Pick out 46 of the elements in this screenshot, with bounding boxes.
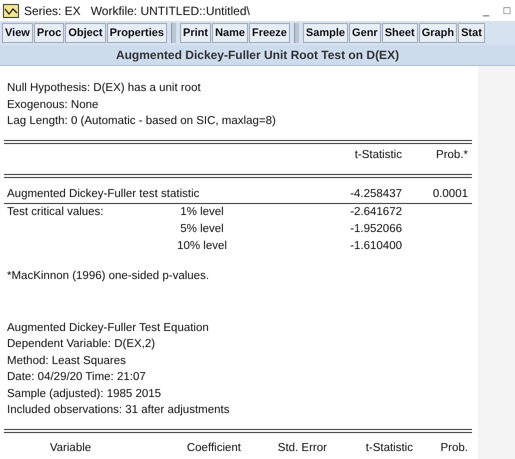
- info-line: Augmented Dickey-Fuller Test Equation: [7, 320, 210, 336]
- toolbar-separator: [294, 23, 299, 43]
- info-line: Included observations: 31 after adjustments: [7, 403, 230, 418]
- column-header: Prob.*: [435, 148, 468, 162]
- toolbar-button[interactable]: Genr: [349, 23, 381, 43]
- column-header: t-Statistic: [364, 440, 413, 456]
- line-chart-icon: [3, 4, 19, 18]
- toolbar-button[interactable]: Graph: [418, 23, 458, 43]
- toolbar-button[interactable]: Proc: [34, 23, 64, 43]
- column-header: t-Statistic: [354, 148, 402, 162]
- table-cell: -1.610400: [350, 240, 402, 252]
- column-header: Coefficient: [186, 440, 241, 456]
- table-cell: 10% level: [177, 240, 227, 252]
- toolbar-button[interactable]: View: [2, 23, 33, 43]
- table-cell: -2.641672: [350, 206, 402, 218]
- view-header: Augmented Dickey-Fuller Unit Root Test on D(EX): [0, 45, 515, 66]
- info-line: Lag Length: 0 (Automatic - based on SIC, maxlag=8): [7, 114, 277, 129]
- table-cell: 5% level: [180, 222, 224, 234]
- info-line: Dependent Variable: D(EX,2): [7, 337, 156, 352]
- toolbar-button[interactable]: Sample: [302, 23, 348, 43]
- toolbar-button[interactable]: Freeze: [249, 23, 290, 43]
- toolbar-button[interactable]: Sheet: [382, 23, 418, 43]
- table-cell: 0.0001: [432, 188, 468, 200]
- table-cell: -1.952066: [350, 222, 402, 234]
- info-line: Sample (adjusted): 1985 2015: [7, 386, 162, 402]
- table-cell: 1% level: [180, 206, 224, 218]
- toolbar-button[interactable]: Properties: [106, 23, 167, 43]
- window-title: Series: EX Workfile: UNTITLED::Untitled\: [24, 4, 251, 18]
- table-cell: Augmented Dickey-Fuller test statistic: [7, 188, 200, 200]
- toolbar-button[interactable]: Stat: [458, 23, 485, 43]
- info-line: Exogenous: None: [7, 98, 100, 112]
- toolbar-button[interactable]: Print: [180, 23, 212, 43]
- toolbar-button[interactable]: Object: [65, 23, 106, 43]
- toolbar-separator: [171, 23, 176, 43]
- info-line: Date: 04/29/20 Time: 21:07: [7, 370, 147, 385]
- info-line: Method: Least Squares: [7, 354, 127, 368]
- window-control[interactable]: □: [499, 4, 515, 16]
- table-cell: -4.258437: [350, 188, 402, 200]
- column-header: Std. Error: [276, 440, 327, 456]
- column-header: Prob.: [440, 440, 468, 456]
- table-cell: Test critical values:: [7, 206, 104, 218]
- column-header: Variable: [48, 440, 92, 456]
- footnote: *MacKinnon (1996) one-sided p-values.: [7, 270, 210, 284]
- info-line: Null Hypothesis: D(EX) has a unit root: [7, 81, 202, 96]
- toolbar-button[interactable]: Name: [212, 23, 248, 43]
- window-control[interactable]: _: [478, 4, 494, 16]
